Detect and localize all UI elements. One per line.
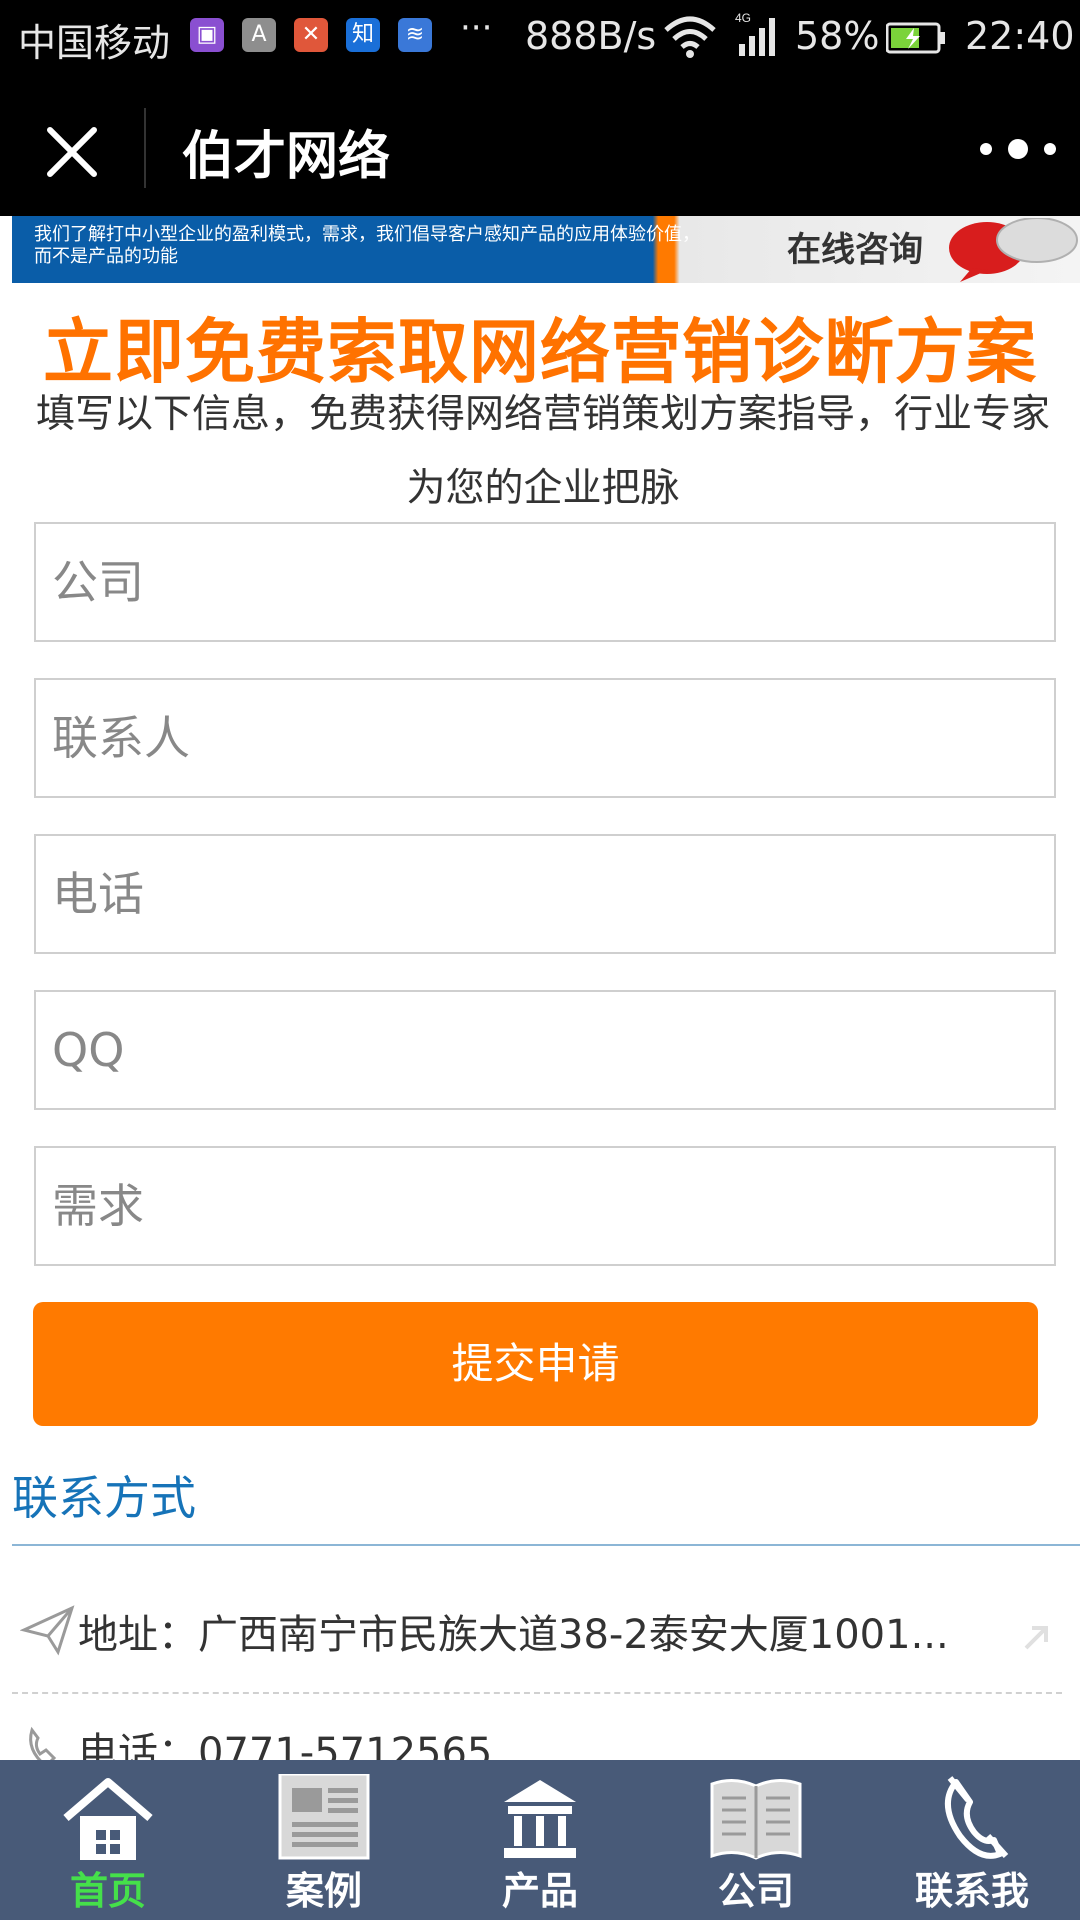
form-description: 填写以下信息，免费获得网络营销策划方案指导，行业专家为您的企业把脉 xyxy=(35,392,1050,511)
contact-person-field xyxy=(34,678,1056,798)
paper-plane-icon xyxy=(20,1605,75,1656)
title-bar: 伯才网络 xyxy=(0,76,1080,216)
phone-input[interactable] xyxy=(36,836,1054,952)
nav-home[interactable]: 首页 xyxy=(0,1760,216,1920)
font-icon: A xyxy=(242,18,276,52)
online-consult-label: 在线咨询 xyxy=(787,230,923,270)
more-options-icon[interactable] xyxy=(972,134,1064,164)
requirement-field xyxy=(34,1146,1056,1266)
arrow-icon xyxy=(1024,1626,1048,1650)
qq-field xyxy=(34,990,1056,1110)
address-row[interactable]: 地址：广西南宁市民族大道38-2泰安大厦1001... xyxy=(12,1574,1072,1684)
submit-button[interactable]: 提交申请 xyxy=(33,1302,1038,1426)
nav-contact-label: 联系我 xyxy=(914,1869,1029,1913)
nav-home-label: 首页 xyxy=(69,1869,146,1913)
nav-cases[interactable]: 案例 xyxy=(216,1760,432,1920)
phone-field xyxy=(34,834,1056,954)
battery-percent: 58% xyxy=(795,14,880,58)
newspaper-icon xyxy=(278,1774,370,1860)
consult-banner[interactable]: 我们了解打中小型企业的盈利模式，需求，我们倡导客户感知产品的应用体验价值，而不是… xyxy=(12,216,1080,283)
book-icon xyxy=(710,1779,802,1860)
cell-signal-icon: 4G xyxy=(735,11,775,56)
gallery-icon: ▣ xyxy=(190,18,224,52)
qq-input[interactable] xyxy=(36,992,1054,1108)
chat-bubble-icon xyxy=(949,218,1078,282)
nav-products[interactable]: 产品 xyxy=(432,1760,648,1920)
notification-icons: ▣ A ✕ 知 ≋ xyxy=(190,18,432,52)
network-speed: 888B/s xyxy=(525,14,657,58)
building-icon xyxy=(504,1780,576,1858)
status-bar: 中国移动 ▣ A ✕ 知 ≋ ··· 888B/s 4G 58% 22:40 xyxy=(0,0,1080,76)
section-divider xyxy=(12,1544,1080,1546)
mute-icon: ✕ xyxy=(294,18,328,52)
nav-company[interactable]: 公司 xyxy=(648,1760,864,1920)
battery-icon xyxy=(886,22,945,54)
company-field xyxy=(34,522,1056,642)
nav-cases-label: 案例 xyxy=(285,1869,362,1913)
close-icon[interactable] xyxy=(36,116,108,188)
nav-contact[interactable]: 联系我 xyxy=(864,1760,1080,1920)
bottom-navigation: 首页 案例 产品 公司 联系我 xyxy=(0,1760,1080,1920)
contact-person-input[interactable] xyxy=(36,680,1054,796)
clock: 22:40 xyxy=(965,14,1075,58)
network-type: 4G xyxy=(735,11,751,25)
banner-slogan: 我们了解打中小型企业的盈利模式，需求，我们倡导客户感知产品的应用体验价值，而不是… xyxy=(34,224,700,267)
home-icon xyxy=(63,1778,153,1860)
company-input[interactable] xyxy=(36,524,1054,640)
more-notifications: ··· xyxy=(460,8,493,48)
nav-company-label: 公司 xyxy=(717,1869,794,1913)
title-divider xyxy=(144,108,146,188)
contact-section-title: 联系方式 xyxy=(12,1471,196,1525)
wifi-app-icon: ≋ xyxy=(398,18,432,52)
address-text: 地址：广西南宁市民族大道38-2泰安大厦1001... xyxy=(78,1612,949,1658)
carrier-name: 中国移动 xyxy=(18,21,171,65)
wifi-icon xyxy=(664,16,716,58)
telephone-icon xyxy=(945,1776,1009,1859)
page-title: 伯才网络 xyxy=(182,127,391,187)
zhihu-icon: 知 xyxy=(346,18,380,52)
requirement-input[interactable] xyxy=(36,1148,1054,1264)
nav-products-label: 产品 xyxy=(501,1869,578,1913)
